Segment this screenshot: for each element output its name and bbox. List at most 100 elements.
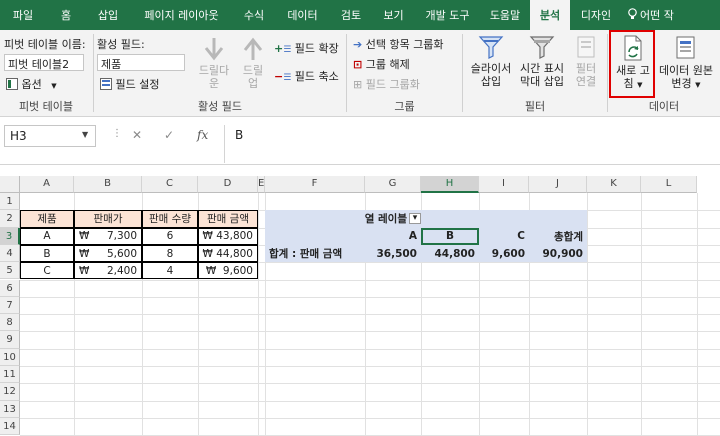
insert-function-icon[interactable]: fx — [197, 128, 208, 142]
column-header[interactable]: B — [74, 176, 142, 193]
drilldown-button[interactable]: 드릴다운 — [198, 36, 230, 90]
column-header[interactable]: G — [365, 176, 421, 193]
enter-icon[interactable]: ✓ — [164, 128, 174, 142]
column-header[interactable]: D — [198, 176, 258, 193]
gridline — [20, 296, 720, 298]
source-table-header[interactable]: 판매 금액 — [198, 210, 258, 228]
filter-connections-button[interactable]: 필터 연결 — [569, 34, 603, 88]
change-data-source-button[interactable]: 데이터 원본 변경 ▼ — [656, 34, 716, 92]
column-header[interactable]: A — [20, 176, 74, 193]
tab-file[interactable]: 파일 — [0, 0, 46, 30]
select-all-corner[interactable] — [0, 176, 20, 193]
row-header[interactable]: 14 — [0, 417, 20, 436]
tab-formulas[interactable]: 수식 — [233, 0, 275, 30]
tab-analyze[interactable]: 분석 — [530, 0, 570, 30]
field-settings-icon — [100, 78, 112, 93]
options-button[interactable]: 옵션 ▼ — [6, 76, 57, 93]
tab-insert[interactable]: 삽입 — [86, 0, 130, 30]
column-header[interactable]: J — [529, 176, 587, 193]
source-table-cell[interactable]: ₩7,300 — [74, 227, 142, 245]
tab-review[interactable]: 검토 — [330, 0, 372, 30]
drillup-button[interactable]: 드릴 업 — [238, 36, 268, 90]
column-header[interactable]: H — [421, 176, 479, 193]
currency-symbol: ₩ — [79, 230, 90, 243]
pivot-value-cell[interactable]: 44,800 — [421, 245, 479, 262]
column-header[interactable]: K — [587, 176, 641, 193]
pivot-column-header[interactable]: C — [479, 228, 529, 245]
source-table-cell[interactable]: ₩ 44,800 — [198, 244, 258, 263]
source-table-cell[interactable]: 8 — [142, 244, 198, 263]
column-header[interactable]: I — [479, 176, 529, 193]
source-table-cell[interactable]: ₩ 43,800 — [198, 227, 258, 245]
pivot-column-header[interactable]: 총합계 — [529, 228, 587, 245]
column-header[interactable]: F — [265, 176, 365, 193]
row-header[interactable]: 13 — [0, 400, 20, 418]
pivot-value-cell[interactable]: 36,500 — [365, 245, 421, 262]
pivot-row-label[interactable]: 합계 : 판매 금액 — [265, 245, 375, 262]
row-header[interactable]: 4 — [0, 244, 20, 263]
row-header[interactable]: 6 — [0, 279, 20, 297]
row-header[interactable]: 9 — [0, 331, 20, 349]
source-table-cell[interactable]: ₩2,400 — [74, 262, 142, 280]
filter-dropdown-icon[interactable]: ▾ — [409, 213, 421, 225]
chevron-down-icon[interactable]: ▼ — [82, 130, 88, 139]
insert-timeline-button[interactable]: 시간 표시 막대 삽입 — [517, 34, 567, 88]
pivot-column-label[interactable]: 열 레이블 ▾ — [365, 210, 421, 227]
tell-me-search[interactable]: 어떤 작 — [622, 0, 680, 30]
tab-view[interactable]: 보기 — [372, 0, 415, 30]
source-table-cell[interactable]: ₩5,600 — [74, 244, 142, 263]
source-table-header[interactable]: 제품 — [20, 210, 74, 228]
collapse-field-button[interactable]: −☰ 필드 축소 — [274, 68, 339, 84]
source-table-cell[interactable]: 6 — [142, 227, 198, 245]
cancel-icon[interactable]: ✕ — [132, 128, 142, 142]
row-header[interactable]: 3 — [0, 227, 20, 245]
formula-input[interactable]: B — [224, 125, 720, 163]
row-header[interactable]: 1 — [0, 193, 20, 211]
source-table-cell[interactable]: C — [20, 262, 74, 280]
tab-design[interactable]: 디자인 — [570, 0, 622, 30]
ungroup-button[interactable]: ⊡ 그룹 해제 — [353, 56, 410, 72]
source-table-cell[interactable]: A — [20, 227, 74, 245]
column-header[interactable]: E — [258, 176, 265, 193]
currency-symbol: ₩ — [79, 264, 90, 277]
group-selection-button[interactable]: ➔ 선택 항목 그룹화 — [353, 36, 444, 52]
ungroup-label: 그룹 해제 — [365, 58, 410, 71]
row-header[interactable]: 7 — [0, 296, 20, 315]
row-header[interactable]: 8 — [0, 314, 20, 332]
group-field-button[interactable]: ⊞ 필드 그룹화 — [353, 76, 420, 92]
source-table-cell[interactable]: 4 — [142, 262, 198, 280]
active-field-input[interactable]: 제품 — [97, 54, 185, 71]
source-table-header[interactable]: 판매 수량 — [142, 210, 198, 228]
pivot-name-input[interactable]: 피벗 테이블2 — [4, 54, 84, 71]
expand-field-label: 필드 확장 — [294, 42, 339, 55]
field-settings-button[interactable]: 필드 설정 — [100, 76, 159, 93]
tab-help[interactable]: 도움말 — [480, 0, 530, 30]
source-table-cell[interactable]: B — [20, 244, 74, 263]
group-group-label: 그룹 — [394, 100, 415, 113]
pivot-column-header[interactable]: A — [365, 228, 421, 245]
active-cell[interactable]: B — [421, 227, 479, 245]
more-options-icon: ⋮ — [112, 128, 122, 139]
arrow-down-icon — [198, 36, 230, 62]
row-header[interactable]: 12 — [0, 383, 20, 401]
tab-data[interactable]: 데이터 — [275, 0, 330, 30]
expand-icon-lines: ☰ — [283, 45, 292, 55]
row-header[interactable]: 5 — [0, 262, 20, 280]
pivot-value-cell[interactable]: 90,900 — [529, 245, 587, 262]
insert-slicer-button[interactable]: 슬라이서 삽입 — [467, 34, 515, 88]
column-header[interactable]: C — [142, 176, 198, 193]
pivot-value-cell[interactable]: 9,600 — [479, 245, 529, 262]
tab-developer[interactable]: 개발 도구 — [415, 0, 480, 30]
row-header[interactable]: 11 — [0, 366, 20, 384]
tab-home[interactable]: 홈 — [46, 0, 86, 30]
source-table-cell[interactable]: ₩ 9,600 — [198, 262, 258, 280]
collapse-icon: − — [274, 70, 284, 83]
tab-page-layout[interactable]: 페이지 레이아웃 — [130, 0, 233, 30]
row-header[interactable]: 10 — [0, 348, 20, 366]
column-header[interactable]: L — [641, 176, 697, 193]
source-table-header[interactable]: 판매가 — [74, 210, 142, 228]
arrow-right-icon: ➔ — [353, 38, 363, 51]
expand-field-button[interactable]: +☰ 필드 확장 — [274, 40, 339, 56]
row-header[interactable]: 2 — [0, 210, 20, 228]
options-label: 옵션 — [21, 78, 42, 91]
